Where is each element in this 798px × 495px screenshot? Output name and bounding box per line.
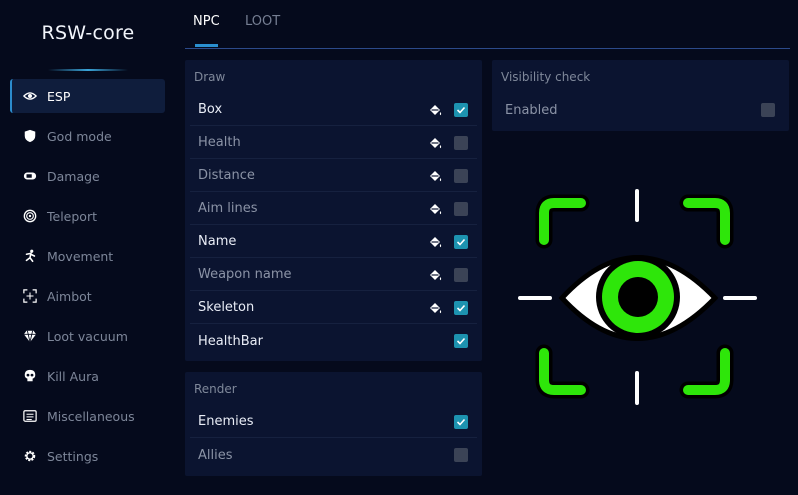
sidebar-item-teleport[interactable]: Teleport xyxy=(10,199,165,233)
checkbox-unchecked[interactable] xyxy=(761,103,775,117)
option-label: Aim lines xyxy=(198,201,258,216)
sidebar-item-label: Kill Aura xyxy=(47,368,99,384)
draw-option-distance[interactable]: Distance xyxy=(190,160,477,192)
list-icon xyxy=(22,408,38,424)
checkbox-unchecked[interactable] xyxy=(454,136,468,150)
tab-npc[interactable]: NPC xyxy=(193,14,220,29)
checkbox-unchecked[interactable] xyxy=(454,268,468,282)
sidebar-item-label: Damage xyxy=(47,168,100,184)
gem-icon xyxy=(22,328,38,344)
option-label: Distance xyxy=(198,168,255,183)
sidebar-item-miscellaneous[interactable]: Miscellaneous xyxy=(10,399,165,433)
paint-bucket-icon[interactable] xyxy=(428,136,442,150)
running-icon xyxy=(22,248,38,264)
portal-icon xyxy=(22,208,38,224)
draw-option-skeleton[interactable]: Skeleton xyxy=(190,292,477,324)
active-tab-indicator xyxy=(195,44,218,47)
paint-bucket-icon[interactable] xyxy=(428,301,442,315)
draw-option-healthbar[interactable]: HealthBar xyxy=(190,325,477,357)
paint-bucket-icon[interactable] xyxy=(428,235,442,249)
draw-panel: Draw Box Health Distance Aim lines Name xyxy=(185,60,482,361)
render-option-allies[interactable]: Allies xyxy=(190,439,477,471)
sidebar-item-movement[interactable]: Movement xyxy=(10,239,165,273)
draw-option-aim-lines[interactable]: Aim lines xyxy=(190,193,477,225)
option-label: Enemies xyxy=(198,414,254,429)
option-label: Name xyxy=(198,234,237,249)
sidebar-item-god-mode[interactable]: God mode xyxy=(10,119,165,153)
sidebar-item-label: Teleport xyxy=(47,208,97,224)
eye-icon xyxy=(22,88,38,104)
option-label: Enabled xyxy=(505,102,558,118)
app-logo: RSW-core xyxy=(41,22,135,44)
gear-icon xyxy=(22,448,38,464)
visibility-panel: Visibility check Enabled xyxy=(492,60,789,131)
sidebar-item-label: Movement xyxy=(47,248,114,264)
bullet-icon xyxy=(22,168,38,184)
draw-option-name[interactable]: Name xyxy=(190,226,477,258)
shield-icon xyxy=(22,128,38,144)
checkbox-checked[interactable] xyxy=(454,301,468,315)
sidebar-item-label: Miscellaneous xyxy=(47,408,135,424)
checkbox-checked[interactable] xyxy=(454,334,468,348)
sidebar-item-label: Settings xyxy=(47,448,99,464)
visibility-option-enabled[interactable]: Enabled xyxy=(497,94,784,126)
sidebar-item-aimbot[interactable]: Aimbot xyxy=(10,279,165,313)
option-label: Health xyxy=(198,135,241,150)
option-label: Skeleton xyxy=(198,300,255,315)
sidebar: RSW-core ESP God mode Damage Teleport Mo… xyxy=(0,0,176,495)
draw-option-health[interactable]: Health xyxy=(190,127,477,159)
paint-bucket-icon[interactable] xyxy=(428,169,442,183)
checkbox-checked[interactable] xyxy=(454,103,468,117)
checkbox-unchecked[interactable] xyxy=(454,169,468,183)
checkbox-unchecked[interactable] xyxy=(454,202,468,216)
sidebar-item-esp[interactable]: ESP xyxy=(10,79,165,113)
app-window: RSW-core ESP God mode Damage Teleport Mo… xyxy=(0,0,798,495)
sidebar-item-loot-vacuum[interactable]: Loot vacuum xyxy=(10,319,165,353)
render-panel: Render Enemies Allies xyxy=(185,372,482,476)
checkbox-checked[interactable] xyxy=(454,415,468,429)
sidebar-item-label: God mode xyxy=(47,128,112,144)
render-option-enemies[interactable]: Enemies xyxy=(190,406,477,438)
tab-divider xyxy=(185,48,790,49)
logo-divider xyxy=(48,69,128,71)
option-label: Box xyxy=(198,102,223,117)
sidebar-item-label: Aimbot xyxy=(47,288,92,304)
skull-icon xyxy=(22,368,38,384)
paint-bucket-icon[interactable] xyxy=(428,268,442,282)
option-label: Weapon name xyxy=(198,267,292,282)
esp-preview-eye-icon xyxy=(518,189,757,405)
option-label: HealthBar xyxy=(198,333,263,349)
draw-option-weapon-name[interactable]: Weapon name xyxy=(190,259,477,291)
sidebar-item-kill-aura[interactable]: Kill Aura xyxy=(10,359,165,393)
panel-title: Draw xyxy=(194,70,226,84)
crosshair-icon xyxy=(22,288,38,304)
sidebar-item-settings[interactable]: Settings xyxy=(10,439,165,473)
sidebar-item-label: Loot vacuum xyxy=(47,328,128,344)
tab-loot[interactable]: LOOT xyxy=(245,14,280,29)
sidebar-item-label: ESP xyxy=(47,88,71,104)
option-label: Allies xyxy=(198,447,233,463)
paint-bucket-icon[interactable] xyxy=(428,202,442,216)
draw-option-box[interactable]: Box xyxy=(190,94,477,126)
panel-title: Visibility check xyxy=(501,70,591,84)
paint-bucket-icon[interactable] xyxy=(428,103,442,117)
checkbox-checked[interactable] xyxy=(454,235,468,249)
checkbox-unchecked[interactable] xyxy=(454,448,468,462)
sidebar-item-damage[interactable]: Damage xyxy=(10,159,165,193)
panel-title: Render xyxy=(194,382,237,396)
